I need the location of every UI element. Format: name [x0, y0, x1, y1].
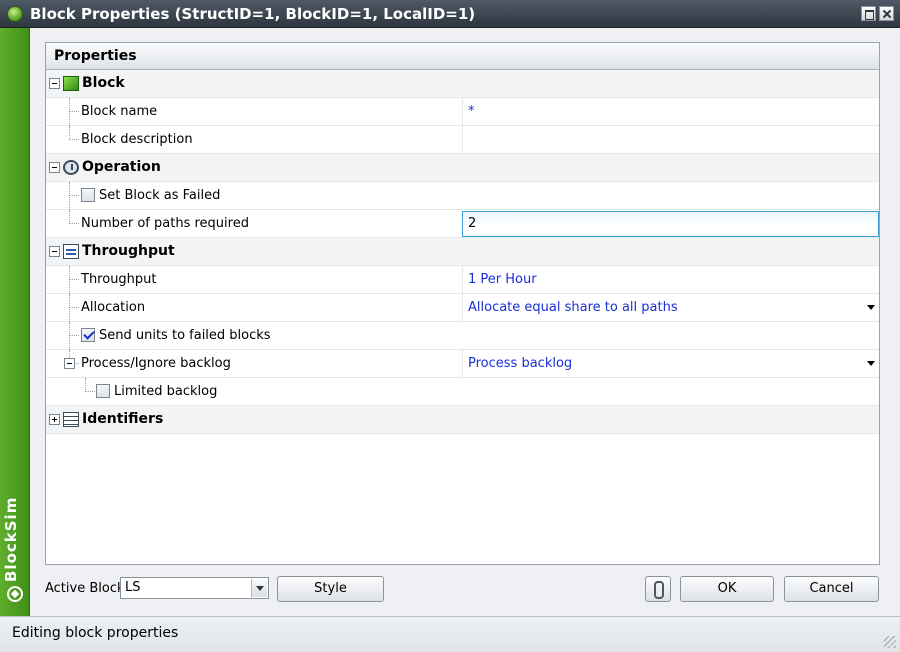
app-icon — [7, 6, 23, 22]
cancel-button[interactable]: Cancel — [784, 576, 879, 602]
property-label: Number of paths required — [81, 216, 249, 231]
property-label: Block name — [81, 104, 158, 119]
tree-line — [69, 279, 79, 280]
window-title: Block Properties (StructID=1, BlockID=1,… — [30, 5, 476, 23]
expand-icon[interactable] — [49, 414, 60, 425]
style-button[interactable]: Style — [277, 576, 384, 602]
property-label: Throughput — [81, 272, 157, 287]
set-failed-checkbox[interactable] — [81, 188, 95, 202]
category-operation[interactable]: Operation — [46, 154, 879, 182]
block-name-value[interactable]: * — [462, 98, 879, 125]
tree-line — [69, 266, 70, 294]
brand-bar: BlockSim — [0, 28, 30, 616]
category-label: Operation — [82, 159, 161, 175]
brand-logo-icon — [7, 586, 23, 602]
tree-line — [69, 335, 79, 336]
block-cube-icon — [63, 76, 79, 91]
tree-line — [69, 126, 70, 140]
tree-line — [69, 195, 79, 196]
close-button[interactable] — [879, 6, 894, 21]
collapse-icon[interactable] — [64, 358, 75, 369]
tree-line — [85, 378, 86, 392]
allocation-value: Allocate equal share to all paths — [468, 300, 678, 315]
collapse-icon[interactable] — [49, 162, 60, 173]
collapse-icon[interactable] — [49, 78, 60, 89]
tree-line — [69, 294, 70, 322]
status-bar: Editing block properties — [0, 616, 900, 652]
property-label: Block description — [81, 132, 193, 147]
property-throughput[interactable]: Throughput 1 Per Hour — [46, 266, 879, 294]
brand-name: BlockSim — [2, 496, 20, 582]
category-identifiers[interactable]: Identifiers — [46, 406, 879, 434]
property-block-name[interactable]: Block name * — [46, 98, 879, 126]
paths-required-input[interactable]: 2 — [462, 211, 879, 237]
allocation-dropdown[interactable]: Allocate equal share to all paths — [462, 294, 879, 321]
active-block-select[interactable]: LS — [120, 577, 269, 599]
tree-line — [69, 139, 79, 140]
stopwatch-icon — [63, 160, 79, 175]
dropdown-arrow-icon[interactable] — [867, 305, 875, 310]
tree-line — [85, 391, 95, 392]
tree-line — [69, 182, 70, 210]
property-label: Send units to failed blocks — [99, 328, 271, 343]
backlog-value: Process backlog — [468, 356, 573, 371]
category-throughput[interactable]: Throughput — [46, 238, 879, 266]
property-label: Limited backlog — [114, 384, 218, 399]
tree-line — [69, 223, 79, 224]
throughput-icon — [63, 244, 79, 259]
chevron-down-icon[interactable] — [251, 579, 267, 597]
resize-grip-icon[interactable] — [884, 636, 896, 648]
tree-line — [69, 210, 70, 224]
tree-line — [69, 111, 79, 112]
ok-button[interactable]: OK — [680, 576, 774, 602]
maximize-button[interactable] — [861, 6, 876, 21]
category-block[interactable]: Block — [46, 70, 879, 98]
property-label: Process/Ignore backlog — [81, 356, 231, 371]
property-backlog[interactable]: Process/Ignore backlog Process backlog — [46, 350, 879, 378]
property-label: Set Block as Failed — [99, 188, 221, 203]
category-label: Block — [82, 75, 125, 91]
category-label: Identifiers — [82, 411, 164, 427]
tree-line — [69, 322, 70, 350]
block-description-value[interactable] — [462, 126, 879, 153]
property-set-failed[interactable]: Set Block as Failed — [46, 182, 879, 210]
collapse-icon[interactable] — [49, 246, 60, 257]
limited-backlog-checkbox[interactable] — [96, 384, 110, 398]
active-block-label: Active Block — [45, 581, 125, 596]
property-send-failed[interactable]: Send units to failed blocks — [46, 322, 879, 350]
panel-header: Properties — [46, 43, 879, 70]
title-bar: Block Properties (StructID=1, BlockID=1,… — [0, 0, 900, 28]
category-label: Throughput — [82, 243, 175, 259]
tree-line — [69, 98, 70, 126]
paperclip-icon[interactable] — [645, 576, 671, 602]
identifiers-list-icon — [63, 412, 79, 427]
status-text: Editing block properties — [12, 625, 179, 641]
property-allocation[interactable]: Allocation Allocate equal share to all p… — [46, 294, 879, 322]
active-block-value: LS — [125, 580, 141, 595]
property-paths-required[interactable]: Number of paths required 2 — [46, 210, 879, 238]
tree-line — [69, 307, 79, 308]
dropdown-arrow-icon[interactable] — [867, 361, 875, 366]
property-limited-backlog[interactable]: Limited backlog — [46, 378, 879, 406]
throughput-value[interactable]: 1 Per Hour — [462, 266, 879, 293]
backlog-dropdown[interactable]: Process backlog — [462, 350, 879, 377]
properties-panel: Properties Block Block name * Block desc… — [45, 42, 880, 565]
send-failed-checkbox[interactable] — [81, 328, 95, 342]
property-label: Allocation — [81, 300, 146, 315]
property-block-description[interactable]: Block description — [46, 126, 879, 154]
